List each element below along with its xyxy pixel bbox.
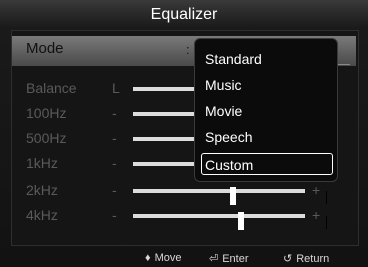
page-title: Equalizer — [150, 6, 218, 23]
mode-separator: : — [186, 42, 190, 57]
eq-row-label: 4kHz — [26, 207, 58, 223]
eq-max-label: + — [312, 207, 321, 223]
eq-row-label: 1kHz — [26, 155, 58, 171]
eq-max-label: + — [312, 182, 321, 198]
mode-value-underline — [336, 64, 350, 65]
footer-return-label: Return — [296, 253, 330, 265]
dropdown-option-speech[interactable]: Speech — [203, 126, 333, 148]
footer-enter-label: Enter — [222, 253, 249, 265]
footer-move-label: Move — [154, 252, 182, 264]
eq-min-label: - — [112, 155, 117, 171]
eq-min-label: - — [112, 130, 117, 146]
eq-slider-track[interactable] — [133, 212, 327, 230]
footer-bar: ♦ Move ⏎ Enter ↺ Return — [0, 248, 368, 267]
eq-slider-track[interactable] — [133, 187, 327, 205]
eq-center-mark — [326, 216, 327, 229]
footer-enter: ⏎ Enter — [209, 252, 249, 265]
eq-row-label: Balance — [26, 80, 77, 96]
footer-move: ♦ Move — [145, 252, 182, 264]
return-icon: ↺ — [283, 253, 293, 265]
dropdown-option-standard[interactable]: Standard — [203, 48, 333, 70]
dropdown-option-movie[interactable]: Movie — [203, 100, 333, 122]
mode-dropdown[interactable]: Standard Music Movie Speech Custom — [194, 38, 338, 182]
mode-label: Mode — [26, 40, 64, 57]
updown-arrows-icon: ♦ — [145, 252, 151, 264]
dropdown-option-custom[interactable]: Custom — [201, 153, 333, 175]
eq-slider-knob[interactable] — [238, 212, 244, 230]
eq-min-label: - — [112, 207, 117, 223]
footer-return: ↺ Return — [283, 252, 329, 265]
dropdown-option-music[interactable]: Music — [203, 74, 333, 96]
eq-slider-knob[interactable] — [230, 187, 236, 205]
eq-row-label: 500Hz — [26, 130, 67, 146]
eq-min-label: - — [112, 105, 117, 121]
eq-min-label: L — [112, 80, 120, 96]
enter-icon: ⏎ — [209, 253, 219, 265]
eq-center-mark — [326, 191, 327, 204]
eq-min-label: - — [112, 182, 117, 198]
tv-screen: Equalizer Mode : Balance L 100Hz - 500Hz… — [0, 0, 368, 267]
eq-row-label: 100Hz — [26, 105, 67, 121]
eq-row-label: 2kHz — [26, 182, 58, 198]
